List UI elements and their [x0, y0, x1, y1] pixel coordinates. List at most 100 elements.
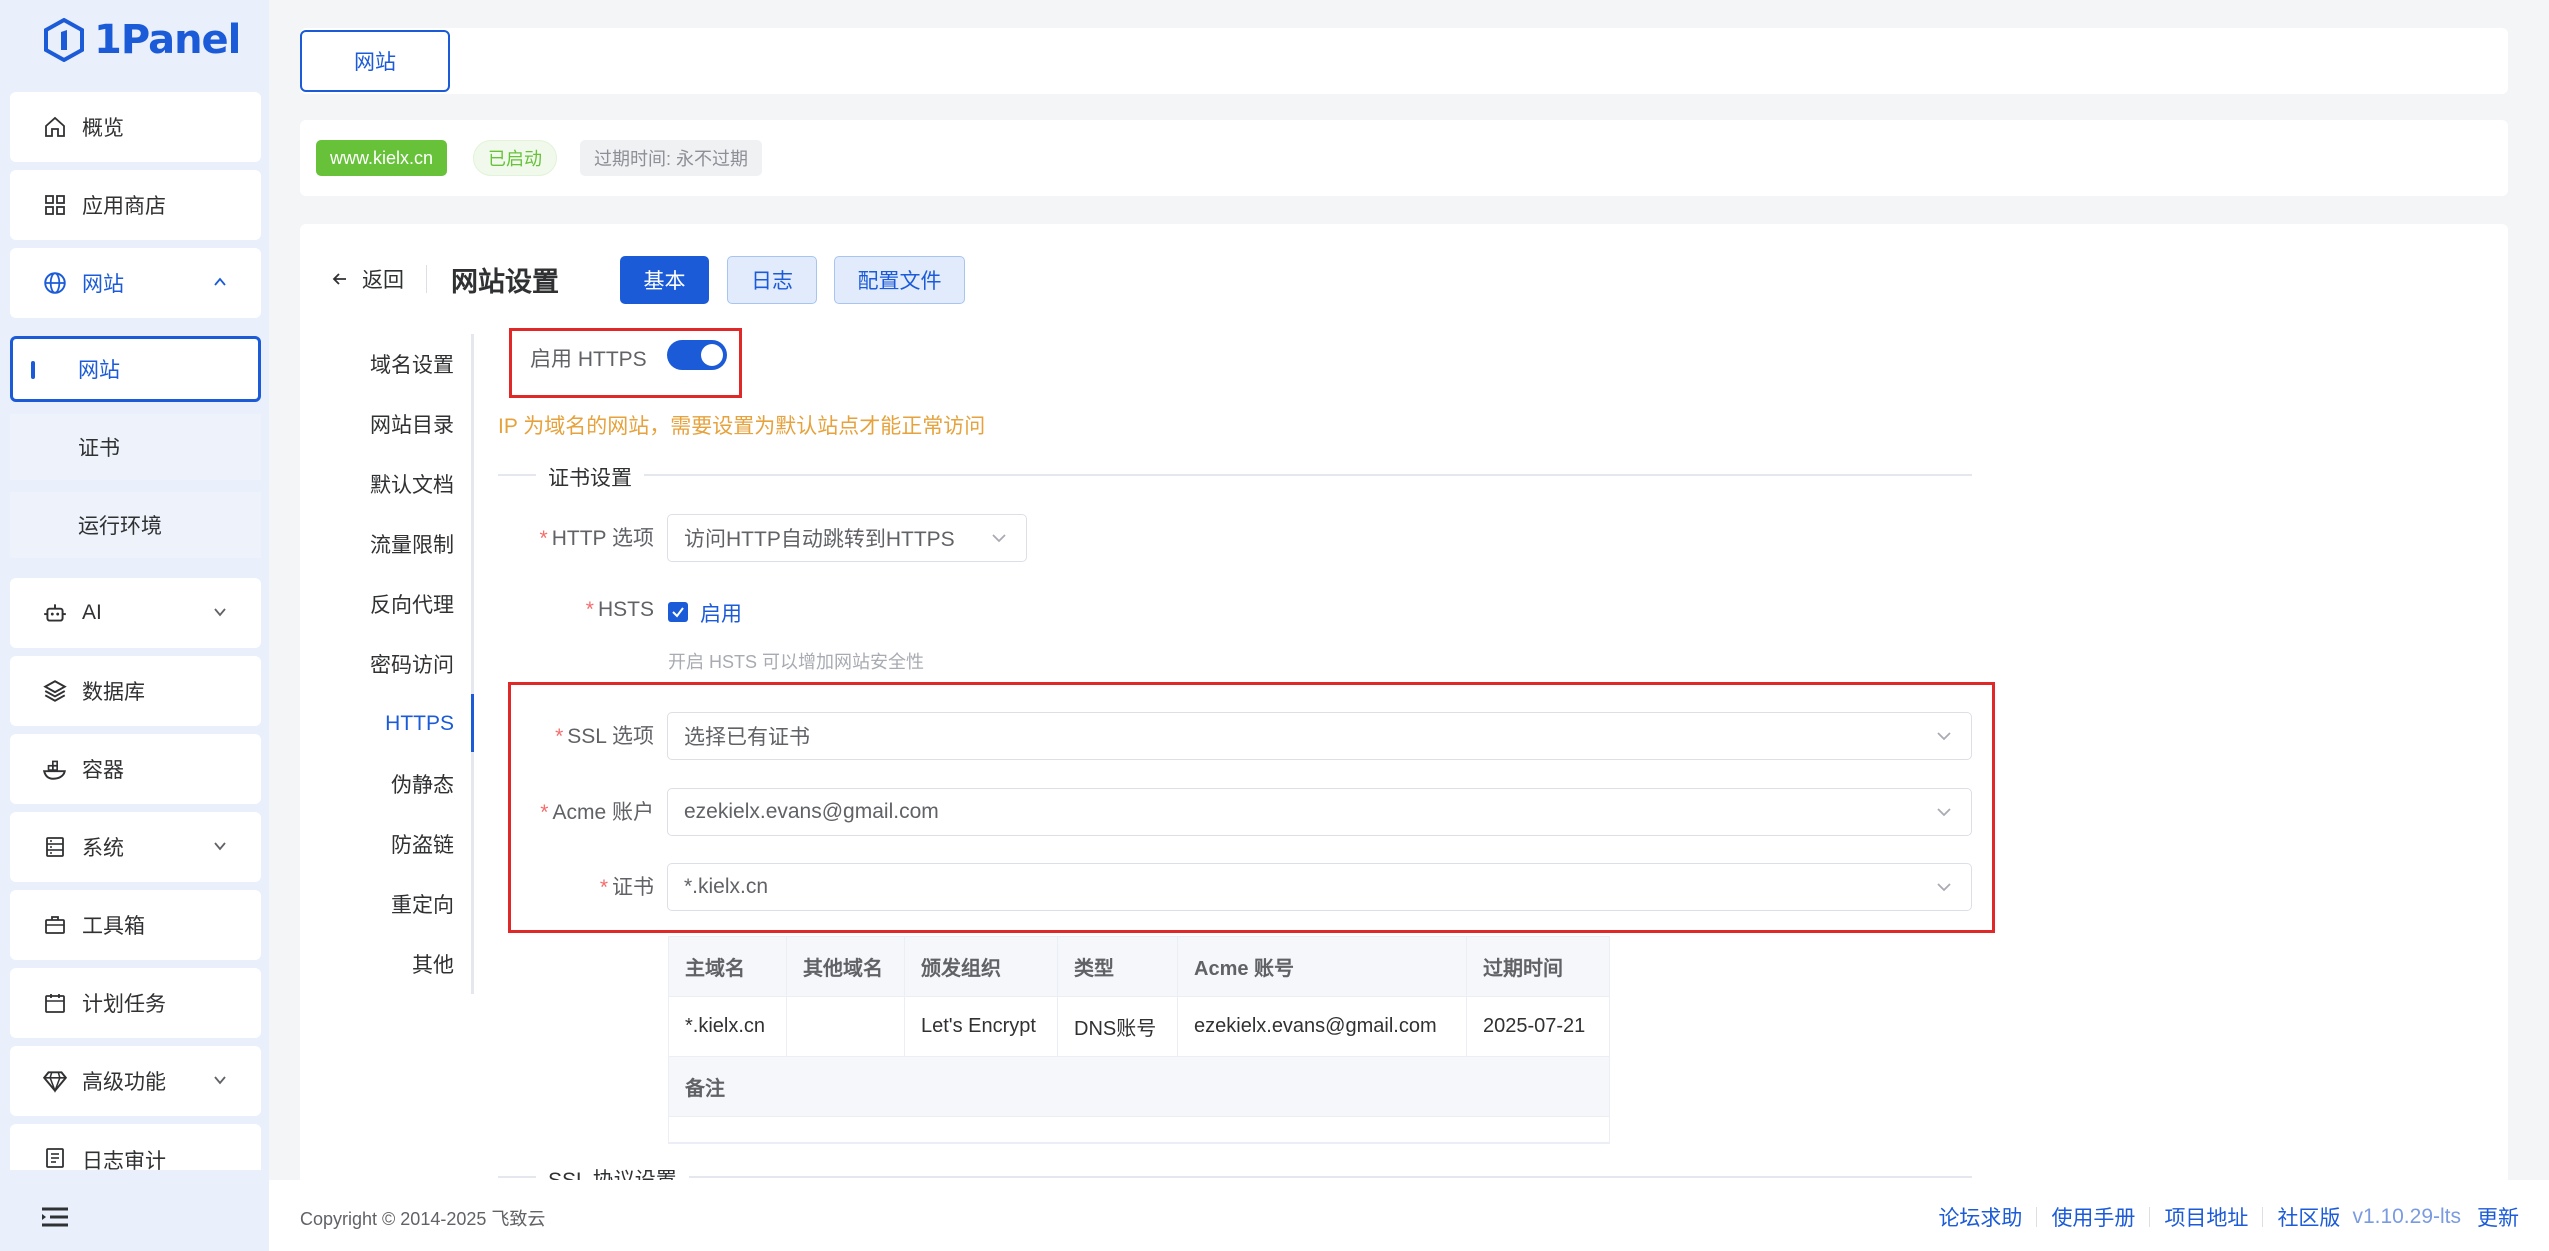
- sidebar-item-label: AI: [82, 601, 102, 624]
- https-toggle[interactable]: [667, 340, 727, 370]
- app-store-icon: [42, 192, 68, 218]
- status-badge: 已启动: [473, 140, 557, 176]
- certificate-label: * 证书: [599, 876, 654, 899]
- website-settings-card: 返回 网站设置 基本 日志 配置文件 域名设置 网站目录 默认文档 流量限制 反…: [300, 224, 2508, 1184]
- page-title: 网站设置: [451, 266, 559, 297]
- sidebar-item-website[interactable]: 网站: [10, 248, 261, 318]
- https-warning: IP 为域名的网站，需要设置为默认站点才能正常访问: [498, 415, 986, 438]
- sidebar-item-system[interactable]: 系统: [10, 812, 261, 882]
- nav-domain[interactable]: 域名设置: [300, 334, 474, 394]
- sidebar-item-label: 数据库: [82, 681, 145, 704]
- hsts-hint: 开启 HSTS 可以增加网站安全性: [668, 652, 925, 672]
- ssl-option-label: * SSL 选项: [555, 725, 654, 748]
- sidebar-item-toolbox[interactable]: 工具箱: [10, 890, 261, 960]
- http-option-select[interactable]: 访问HTTP自动跳转到HTTPS: [667, 514, 1027, 562]
- robot-icon: [42, 600, 68, 626]
- sidebar-subitem-runtime[interactable]: 运行环境: [10, 492, 261, 558]
- logo[interactable]: 1Panel: [42, 14, 241, 66]
- expire-badge: 过期时间: 永不过期: [580, 140, 763, 176]
- sidebar-item-cron[interactable]: 计划任务: [10, 968, 261, 1038]
- sidebar-item-label: 计划任务: [82, 993, 166, 1016]
- sidebar-item-label: 高级功能: [82, 1071, 166, 1094]
- chevron-down-icon: [1937, 732, 1951, 741]
- arrow-left-icon: [332, 273, 346, 285]
- chevron-down-icon: [214, 842, 226, 851]
- layers-icon: [42, 678, 68, 704]
- sidebar-item-label: 系统: [82, 837, 124, 860]
- back-button[interactable]: 返回: [330, 265, 427, 293]
- https-enable-label: 启用 HTTPS: [530, 348, 647, 371]
- acme-account-select[interactable]: ezekielx.evans@gmail.com: [667, 788, 1972, 836]
- copyright: Copyright © 2014-2025 飞致云: [300, 1209, 546, 1229]
- sidebar-subitem-certificate[interactable]: 证书: [10, 414, 261, 480]
- footer-links: 论坛求助 使用手册 项目地址 社区版 v1.10.29-lts 更新: [1938, 1202, 2519, 1232]
- sidebar-item-label: 应用商店: [82, 195, 166, 218]
- sidebar-item-overview[interactable]: 概览: [10, 92, 261, 162]
- sidebar-item-app-store[interactable]: 应用商店: [10, 170, 261, 240]
- tab-basic[interactable]: 基本: [620, 256, 709, 304]
- sidebar: 1Panel 概览 应用商店 网站 网站 证书 运行环境 AI 数据库 容器 系…: [0, 0, 269, 1251]
- nav-other[interactable]: 其他: [300, 934, 474, 994]
- sidebar-subitem-website[interactable]: 网站: [10, 336, 261, 402]
- nav-reverse-proxy[interactable]: 反向代理: [300, 574, 474, 634]
- nav-default-doc[interactable]: 默认文档: [300, 454, 474, 514]
- link-project[interactable]: 项目地址: [2164, 1202, 2248, 1232]
- nav-rewrite[interactable]: 伪静态: [300, 754, 474, 814]
- sidebar-item-label: 日志审计: [82, 1150, 166, 1173]
- link-community[interactable]: 社区版: [2277, 1202, 2340, 1232]
- check-icon: [672, 607, 684, 618]
- website-info-bar: www.kielx.cn 已启动 过期时间: 永不过期: [300, 120, 2508, 196]
- update-link[interactable]: 更新: [2477, 1202, 2519, 1232]
- link-forum[interactable]: 论坛求助: [1938, 1202, 2022, 1232]
- chevron-down-icon: [1937, 883, 1951, 892]
- version-label: v1.10.29-lts: [2352, 1205, 2461, 1228]
- sidebar-item-container[interactable]: 容器: [10, 734, 261, 804]
- diamond-icon: [42, 1068, 68, 1094]
- nav-redirect[interactable]: 重定向: [300, 874, 474, 934]
- sidebar-item-label: 证书: [78, 437, 120, 460]
- log-icon: [42, 1145, 68, 1171]
- sidebar-item-label: 容器: [82, 759, 124, 782]
- container-icon: [42, 756, 68, 782]
- nav-password-access[interactable]: 密码访问: [300, 634, 474, 694]
- collapse-menu-icon[interactable]: [40, 1202, 70, 1232]
- logo-icon: [44, 18, 84, 62]
- hsts-check-label[interactable]: 启用: [700, 598, 742, 628]
- calendar-icon: [42, 990, 68, 1016]
- back-label: 返回: [362, 269, 404, 292]
- nav-site-dir[interactable]: 网站目录: [300, 394, 474, 454]
- domain-tag[interactable]: www.kielx.cn: [316, 140, 448, 176]
- tab-log[interactable]: 日志: [727, 256, 817, 304]
- chevron-down-icon: [992, 534, 1006, 543]
- tab-bar: 网站: [300, 28, 2508, 94]
- sidebar-item-label: 网站: [82, 273, 124, 296]
- sidebar-item-logs[interactable]: 日志审计: [10, 1124, 261, 1173]
- nav-https[interactable]: HTTPS: [300, 694, 474, 754]
- chevron-up-icon: [214, 277, 226, 286]
- sidebar-item-database[interactable]: 数据库: [10, 656, 261, 726]
- table-header: 主域名 其他域名 颁发组织 类型 Acme 账号 过期时间: [669, 936, 1609, 997]
- logo-text: 1Panel: [94, 17, 241, 63]
- certificate-table: 主域名 其他域名 颁发组织 类型 Acme 账号 过期时间 *.kielx.cn…: [668, 936, 1610, 1144]
- table-row: *.kielx.cn Let's Encrypt DNS账号 ezekielx.…: [669, 996, 1609, 1057]
- sidebar-item-label: 工具箱: [82, 915, 145, 938]
- sidebar-item-label: 概览: [82, 117, 124, 140]
- sidebar-item-advanced[interactable]: 高级功能: [10, 1046, 261, 1116]
- chevron-down-icon: [214, 1076, 226, 1085]
- server-icon: [42, 834, 68, 860]
- cert-section-title: 证书设置: [536, 462, 644, 492]
- nav-anti-leech[interactable]: 防盗链: [300, 814, 474, 874]
- tab-config-file[interactable]: 配置文件: [834, 256, 965, 304]
- toolbox-icon: [42, 912, 68, 938]
- ssl-option-select[interactable]: 选择已有证书: [667, 712, 1972, 760]
- link-manual[interactable]: 使用手册: [2051, 1202, 2135, 1232]
- settings-header: 返回 网站设置: [330, 254, 559, 304]
- hsts-label: * HSTS: [585, 598, 654, 621]
- hsts-checkbox[interactable]: [668, 602, 688, 622]
- home-icon: [42, 114, 68, 140]
- globe-icon: [42, 270, 68, 296]
- sidebar-item-ai[interactable]: AI: [10, 578, 261, 648]
- certificate-select[interactable]: *.kielx.cn: [667, 863, 1972, 911]
- nav-rate-limit[interactable]: 流量限制: [300, 514, 474, 574]
- tab-website[interactable]: 网站: [300, 30, 450, 92]
